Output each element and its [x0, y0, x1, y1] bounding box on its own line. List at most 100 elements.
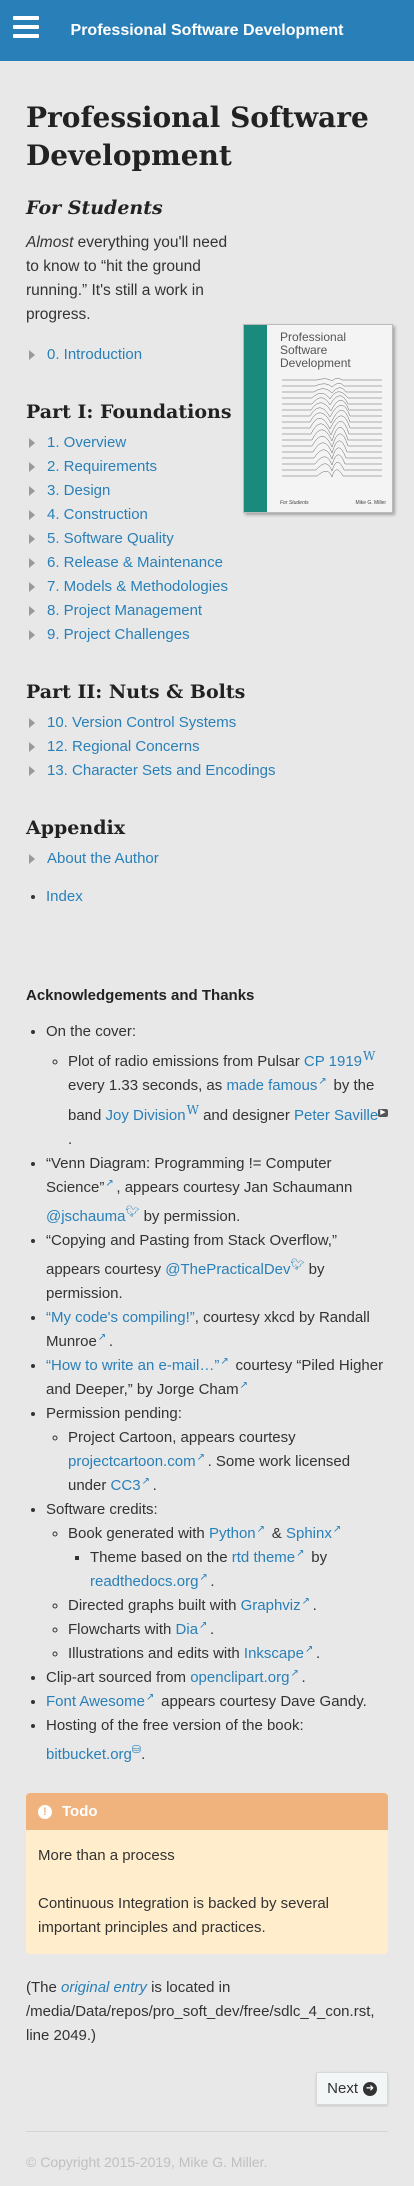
- external-link-icon: ↗: [290, 1668, 299, 1679]
- external-link-icon: ↗: [199, 1572, 208, 1583]
- toc-link[interactable]: 10. Version Control Systems: [47, 711, 236, 735]
- external-link-icon: ↗: [97, 1332, 107, 1343]
- peter-saville-link[interactable]: Peter Saville: [294, 1107, 378, 1124]
- expand-arrow-icon[interactable]: [29, 630, 35, 640]
- toc-link[interactable]: 7. Models & Methodologies: [47, 575, 228, 599]
- external-link-icon: ↗: [301, 1596, 311, 1607]
- text: .: [141, 1746, 146, 1763]
- text: .: [152, 1477, 157, 1494]
- joy-division-link[interactable]: Joy Division: [106, 1107, 186, 1124]
- external-link-icon: ↗: [304, 1644, 314, 1655]
- external-link-icon: ↗: [196, 1452, 205, 1463]
- text: Flowcharts with: [68, 1621, 176, 1638]
- jschauma-link[interactable]: @jschauma: [46, 1208, 125, 1225]
- cover-title: Professional Software Development: [280, 330, 351, 370]
- dia-link[interactable]: Dia: [176, 1621, 199, 1638]
- toc-link[interactable]: 4. Construction: [47, 503, 148, 527]
- expand-arrow-icon[interactable]: [29, 718, 35, 728]
- text: Plot of radio emissions from Pulsar: [68, 1053, 304, 1070]
- list-item: Permission pending: Project Cartoon, app…: [46, 1402, 388, 1498]
- text: .: [312, 1597, 317, 1614]
- readthedocs-link[interactable]: readthedocs.org: [90, 1573, 198, 1590]
- font-awesome-link[interactable]: Font Awesome: [46, 1693, 145, 1710]
- list-item: Project Cartoon, appears courtesy projec…: [68, 1426, 388, 1498]
- toc-link[interactable]: 13. Character Sets and Encodings: [47, 759, 275, 783]
- list-item: Software credits: Book generated with Py…: [46, 1498, 388, 1666]
- toc-link[interactable]: 12. Regional Concerns: [47, 735, 200, 759]
- expand-arrow-icon[interactable]: [29, 606, 35, 616]
- bitbucket-icon: ⛁: [131, 1744, 142, 1756]
- compiling-link[interactable]: “My code's compiling!”: [46, 1309, 195, 1326]
- list-item: Illustrations and edits with Inkscape↗.: [68, 1642, 388, 1666]
- toc-item[interactable]: 10. Version Control Systems: [26, 711, 388, 735]
- toc-link[interactable]: 8. Project Management: [47, 599, 202, 623]
- text: by permission.: [139, 1208, 241, 1225]
- list-item: Flowcharts with Dia↗.: [68, 1618, 388, 1642]
- toc-link[interactable]: 1. Overview: [47, 431, 126, 455]
- rtd-theme-link[interactable]: rtd theme: [232, 1549, 295, 1566]
- toc-item[interactable]: 6. Release & Maintenance: [26, 551, 388, 575]
- text: .: [315, 1645, 321, 1662]
- projectcartoon-link[interactable]: projectcartoon.com: [68, 1453, 196, 1470]
- text: Project Cartoon, appears courtesy: [68, 1429, 296, 1446]
- cover-author: Mike G. Miller: [355, 500, 386, 506]
- list-item: “Venn Diagram: Programming != Computer S…: [46, 1152, 388, 1229]
- expand-arrow-icon[interactable]: [29, 534, 35, 544]
- todo-title: Todo: [62, 1803, 98, 1820]
- footer-divider: [26, 2131, 388, 2132]
- toc-item[interactable]: 8. Project Management: [26, 599, 388, 623]
- external-link-icon: ↗: [296, 1548, 305, 1559]
- toc-item[interactable]: 12. Regional Concerns: [26, 735, 388, 759]
- expand-arrow-icon[interactable]: [29, 766, 35, 776]
- openclipart-link[interactable]: openclipart.org: [190, 1669, 289, 1686]
- toc-link[interactable]: 3. Design: [47, 479, 110, 503]
- toc-link[interactable]: 5. Software Quality: [47, 527, 174, 551]
- topbar-title[interactable]: Professional Software Development: [0, 22, 414, 40]
- inkscape-link[interactable]: Inkscape: [244, 1645, 304, 1662]
- expand-arrow-icon[interactable]: [29, 438, 35, 448]
- graphviz-link[interactable]: Graphviz: [241, 1597, 301, 1614]
- email-link[interactable]: “How to write an e-mail…”: [46, 1357, 219, 1374]
- practical-dev-link[interactable]: @ThePracticalDev: [165, 1261, 290, 1278]
- expand-arrow-icon[interactable]: [29, 854, 35, 864]
- next-button[interactable]: Next ➜: [316, 2072, 388, 2105]
- expand-arrow-icon[interactable]: [29, 350, 35, 360]
- toc-link[interactable]: 2. Requirements: [47, 455, 157, 479]
- intro-text: Almost everything you'll need to know to…: [26, 231, 236, 327]
- todo-paragraph: More than a process: [38, 1847, 175, 1864]
- external-link-icon: ↗: [199, 1620, 208, 1631]
- list-item: Font Awesome↗ appears courtesy Dave Gand…: [46, 1690, 388, 1714]
- todo-admonition: ! Todo More than a process Continuous In…: [26, 1793, 388, 1954]
- toc-link[interactable]: 9. Project Challenges: [47, 623, 190, 647]
- toc-link[interactable]: 6. Release & Maintenance: [47, 551, 223, 575]
- expand-arrow-icon[interactable]: [29, 486, 35, 496]
- toc-item[interactable]: 13. Character Sets and Encodings: [26, 759, 388, 783]
- expand-arrow-icon[interactable]: [29, 558, 35, 568]
- original-entry-link[interactable]: original entry: [61, 1979, 147, 1996]
- toc-link[interactable]: About the Author: [47, 847, 159, 871]
- expand-arrow-icon[interactable]: [29, 582, 35, 592]
- cover-label: On the cover:: [46, 1023, 137, 1040]
- hamburger-menu-icon[interactable]: [13, 16, 39, 40]
- list-item: On the cover: Plot of radio emissions fr…: [46, 1020, 388, 1152]
- expand-arrow-icon[interactable]: [29, 510, 35, 520]
- python-link[interactable]: Python: [209, 1525, 256, 1542]
- expand-arrow-icon[interactable]: [29, 742, 35, 752]
- toc-item[interactable]: 7. Models & Methodologies: [26, 575, 388, 599]
- cc3-link[interactable]: CC3: [111, 1477, 141, 1494]
- index-link[interactable]: Index: [46, 888, 83, 905]
- toc-item-about-author[interactable]: About the Author: [26, 847, 388, 871]
- toc-item[interactable]: 5. Software Quality: [26, 527, 388, 551]
- section-heading-appendix: Appendix: [26, 817, 126, 839]
- made-famous-link[interactable]: made famous: [226, 1077, 317, 1094]
- cp1919-link[interactable]: CP 1919: [304, 1053, 362, 1070]
- expand-arrow-icon[interactable]: [29, 462, 35, 472]
- text: .: [108, 1333, 114, 1350]
- pagination: Next ➜: [26, 2072, 388, 2105]
- bitbucket-link[interactable]: bitbucket.org: [46, 1746, 132, 1763]
- sphinx-link[interactable]: Sphinx: [286, 1525, 332, 1542]
- toc-link[interactable]: 0. Introduction: [47, 343, 142, 367]
- toc-item[interactable]: 9. Project Challenges: [26, 623, 388, 647]
- list-item: Book generated with Python↗ & Sphinx↗ Th…: [68, 1522, 388, 1594]
- section-heading-part2: Part II: Nuts & Bolts: [26, 681, 246, 703]
